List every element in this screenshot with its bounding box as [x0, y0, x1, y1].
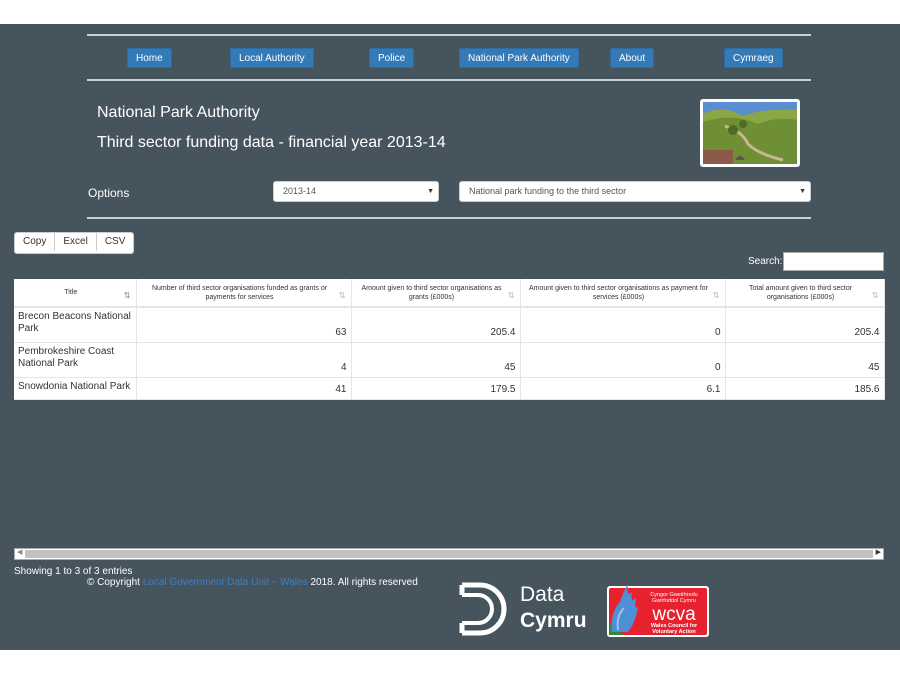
cell-payments: 6.1 — [520, 377, 726, 400]
column-header-grants[interactable]: Amount given to third sector organisatio… — [351, 279, 521, 308]
options-label: Options — [88, 186, 130, 200]
main-nav: Home Local Authority Police National Par… — [87, 48, 811, 68]
cell-org-count: 41 — [136, 377, 352, 400]
table-row: Pembrokeshire Coast National Park 4 45 0… — [14, 342, 885, 378]
dropdown-arrow-icon: ▼ — [799, 188, 806, 195]
column-header-label: Title — [64, 289, 78, 296]
landscape-photo-icon — [703, 102, 797, 164]
wcva-main-text: wcva — [651, 604, 696, 625]
csv-button[interactable]: CSV — [97, 233, 134, 251]
column-header-label: Amount given to third sector organisatio… — [529, 284, 708, 301]
scroll-right-icon[interactable]: ▶ — [876, 548, 881, 556]
search-label: Search: — [748, 256, 783, 267]
year-select[interactable]: 2013-14 ▼ — [273, 181, 439, 202]
sort-icon: ⇅ — [507, 291, 515, 300]
column-header-total[interactable]: Total amount given to third sector organ… — [725, 279, 885, 308]
search-input[interactable] — [783, 252, 884, 271]
table-row: Brecon Beacons National Park 63 205.4 0 … — [14, 307, 885, 343]
page: Home Local Authority Police National Par… — [0, 24, 900, 650]
copyright-suffix: 2018. All rights reserved — [310, 577, 418, 588]
table-header-row: Title ⇅ Number of third sector organisati… — [14, 279, 885, 308]
landscape-thumbnail — [700, 99, 800, 167]
horizontal-scrollbar[interactable]: ◀ ▶ — [14, 548, 884, 560]
column-header-org-count[interactable]: Number of third sector organisations fun… — [136, 279, 352, 308]
cell-payments: 0 — [520, 342, 726, 378]
cell-total: 45 — [725, 342, 885, 378]
cell-total: 185.6 — [725, 377, 885, 400]
cell-title: Brecon Beacons National Park — [14, 307, 137, 343]
dataset-select-value: National park funding to the third secto… — [469, 186, 627, 196]
copyright-prefix: © Copyright — [87, 577, 140, 588]
sort-icon: ⇅ — [123, 291, 131, 300]
year-select-value: 2013-14 — [283, 186, 317, 196]
logo-text-cymru: Cymru — [520, 609, 587, 632]
wcva-logo: Cyngor Gweithredu Gwirfoddol Cymru wcva … — [607, 584, 709, 637]
page-subtitle: Third sector funding data - financial ye… — [97, 134, 446, 151]
excel-button[interactable]: Excel — [55, 233, 97, 251]
cell-total: 205.4 — [725, 307, 885, 343]
table-info: Showing 1 to 3 of 3 entries — [14, 566, 133, 577]
nav-cymraeg-button[interactable]: Cymraeg — [724, 48, 783, 68]
column-header-label: Total amount given to third sector organ… — [748, 284, 853, 301]
dropdown-arrow-icon: ▼ — [427, 188, 434, 195]
cell-title: Snowdonia National Park — [14, 377, 137, 400]
nav-police-button[interactable]: Police — [369, 48, 415, 68]
page-title: National Park Authority — [97, 104, 260, 121]
logo-text-data: Data — [520, 583, 565, 606]
nav-local-authority-button[interactable]: Local Authority — [230, 48, 314, 68]
funding-table: Title ⇅ Number of third sector organisati… — [14, 279, 885, 400]
wcva-english-line2: Voluntary Action — [652, 629, 696, 635]
data-cymru-d-icon — [459, 582, 507, 636]
copyright-link[interactable]: Local Government Data Unit ~ Wales — [143, 577, 308, 588]
column-header-payments[interactable]: Amount given to third sector organisatio… — [520, 279, 726, 308]
column-header-label: Number of third sector organisations fun… — [151, 284, 328, 301]
cell-grants: 45 — [351, 342, 521, 378]
column-header-title[interactable]: Title ⇅ — [14, 279, 137, 308]
cell-title: Pembrokeshire Coast National Park — [14, 342, 137, 378]
nav-national-park-authority-button[interactable]: National Park Authority — [459, 48, 579, 68]
copy-button[interactable]: Copy — [15, 233, 56, 251]
sort-icon: ⇅ — [871, 291, 879, 300]
copyright: © Copyright Local Government Data Unit ~… — [87, 577, 418, 588]
nav-about-button[interactable]: About — [610, 48, 655, 68]
cell-org-count: 4 — [136, 342, 352, 378]
cell-payments: 0 — [520, 307, 726, 343]
options-divider — [87, 217, 811, 219]
dataset-select[interactable]: National park funding to the third secto… — [459, 181, 811, 202]
nav-home-button[interactable]: Home — [127, 48, 172, 68]
cell-grants: 179.5 — [351, 377, 521, 400]
export-buttons: Copy Excel CSV — [14, 232, 135, 254]
sort-icon: ⇅ — [338, 291, 346, 300]
data-cymru-logo: Data Cymru — [458, 581, 603, 639]
sort-icon: ⇅ — [712, 291, 720, 300]
cell-org-count: 63 — [136, 307, 352, 343]
scroll-left-icon[interactable]: ◀ — [17, 548, 22, 556]
column-header-label: Amount given to third sector organisatio… — [361, 284, 502, 301]
table-row: Snowdonia National Park 41 179.5 6.1 185… — [14, 377, 885, 400]
cell-grants: 205.4 — [351, 307, 521, 343]
scrollbar-thumb[interactable] — [25, 550, 873, 558]
nav-divider — [87, 79, 811, 81]
top-divider — [87, 34, 811, 36]
